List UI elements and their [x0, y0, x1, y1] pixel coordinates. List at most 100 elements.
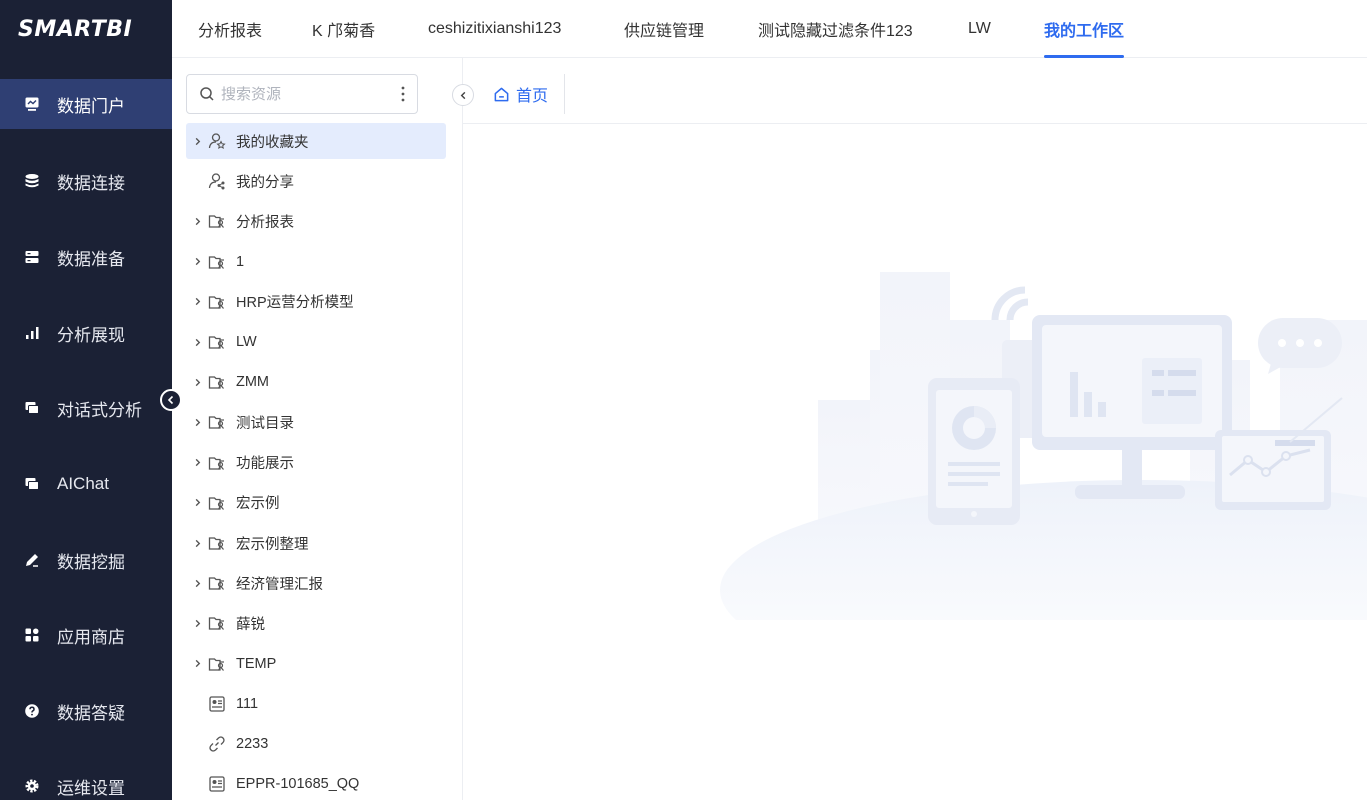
chevron-left-icon — [167, 395, 174, 405]
tree-expander[interactable] — [186, 525, 208, 561]
chevron-right-icon — [195, 418, 200, 427]
tab-1[interactable]: K 邝菊香 — [312, 0, 375, 58]
tree-item-label: 经济管理汇报 — [236, 576, 323, 593]
tree-item-label: TEMP — [236, 655, 277, 672]
more-vertical-icon[interactable] — [395, 85, 411, 103]
tree-expander[interactable] — [186, 605, 208, 641]
sidebar-item-label: 数据连接 — [57, 173, 125, 193]
tree-item[interactable]: 我的分享 — [186, 163, 446, 199]
gear-icon — [24, 778, 40, 794]
sidebar-item-label: 数据准备 — [57, 249, 125, 269]
sidebar-item-0[interactable]: 数据门户 — [0, 79, 172, 129]
tree-expander — [186, 163, 208, 199]
tree-expander[interactable] — [186, 244, 208, 280]
chevron-right-icon — [195, 217, 200, 226]
tree-item-label: 我的分享 — [236, 174, 294, 191]
folder-icon — [208, 253, 226, 271]
tree-item[interactable]: 测试目录 — [186, 404, 446, 440]
tab-6[interactable]: 我的工作区 — [1044, 0, 1125, 58]
search-input[interactable] — [221, 85, 401, 103]
tree-item[interactable]: 2233 — [186, 726, 446, 762]
monitor-icon — [24, 96, 40, 112]
tree-expander[interactable] — [186, 404, 208, 440]
tab-4[interactable]: 测试隐藏过滤条件123 — [758, 0, 913, 58]
folder-icon — [208, 614, 226, 632]
chevron-right-icon — [195, 458, 200, 467]
tab-home-label: 首页 — [516, 88, 549, 105]
tree-item-label: 薛锐 — [236, 616, 265, 633]
sidebar-item-2[interactable]: 数据准备 — [0, 232, 172, 282]
tree-expander[interactable] — [186, 485, 208, 521]
tree-expander[interactable] — [186, 324, 208, 360]
sidebar-item-label: 分析展现 — [57, 325, 125, 345]
tree-item-label: EPPR-101685_QQ — [236, 776, 360, 793]
folder-icon — [208, 494, 226, 512]
chevron-right-icon — [195, 298, 200, 306]
tree-item[interactable]: 分析报表 — [186, 203, 446, 239]
tree-item[interactable]: 1 — [186, 244, 446, 280]
tab-3[interactable]: 供应链管理 — [624, 0, 704, 58]
chevron-right-icon — [195, 378, 200, 386]
sidebar-item-7[interactable]: 应用商店 — [0, 610, 172, 660]
tree-item[interactable]: ZMM — [186, 364, 446, 400]
chevron-right-icon — [195, 257, 200, 266]
tree-item[interactable]: LW — [186, 324, 446, 360]
tree-item[interactable]: 功能展示 — [186, 445, 446, 481]
link-icon — [208, 735, 226, 753]
sidebar-collapse-button[interactable] — [160, 389, 182, 411]
tree-item[interactable]: 宏示例 — [186, 485, 446, 521]
folder-icon — [208, 454, 226, 472]
tab-home[interactable]: 首页 — [493, 74, 566, 114]
tree-item-label: 111 — [236, 695, 259, 712]
chevron-right-icon — [195, 579, 200, 587]
folder-icon — [208, 655, 226, 673]
tree-expander[interactable] — [186, 364, 208, 400]
panel-collapse-button[interactable] — [452, 84, 474, 106]
tree-item[interactable]: HRP运营分析模型 — [186, 284, 446, 320]
tree-expander[interactable] — [186, 445, 208, 481]
bar-chart-icon — [24, 325, 40, 341]
sidebar-item-label: 数据挖掘 — [57, 552, 125, 572]
chat-icon — [24, 476, 40, 492]
sidebar-item-1[interactable]: 数据连接 — [0, 156, 172, 206]
tree-expander[interactable] — [186, 123, 208, 159]
tab-2[interactable]: ceshizitixianshi123 — [428, 0, 561, 58]
tree-item[interactable]: 111 — [186, 686, 446, 722]
database-icon — [24, 173, 40, 189]
sidebar-item-label: AIChat — [57, 474, 109, 493]
tree-item[interactable]: 我的收藏夹 — [186, 123, 446, 159]
tab-0[interactable]: 分析报表 — [198, 0, 262, 58]
folder-icon — [208, 293, 226, 311]
tree-item-label: 1 — [236, 253, 245, 270]
sidebar-item-label: 应用商店 — [57, 627, 125, 647]
tree-item-label: 2233 — [236, 736, 269, 752]
tree-item[interactable]: 薛锐 — [186, 605, 446, 641]
sidebar-item-6[interactable]: 数据挖掘 — [0, 535, 172, 585]
tree-item[interactable]: TEMP — [186, 646, 446, 682]
sidebar-item-8[interactable]: 数据答疑 — [0, 686, 172, 736]
sidebar-item-5[interactable]: AIChat — [0, 459, 172, 509]
share-user-icon — [208, 172, 226, 190]
chevron-right-icon — [195, 539, 200, 547]
tree-expander[interactable] — [186, 646, 208, 682]
sidebar: SMARTBI 数据门户 数据连接 数据准备 分析展现 对话式分析 AIChat 数据挖掘应… — [0, 0, 172, 800]
tree-item[interactable]: 宏示例整理 — [186, 525, 446, 561]
tab-5[interactable]: LW — [968, 0, 991, 58]
sidebar-item-4[interactable]: 对话式分析 — [0, 383, 172, 433]
chevron-right-icon — [195, 659, 200, 668]
sidebar-item-9[interactable]: 运维设置 — [0, 761, 172, 800]
tree-expander[interactable] — [186, 203, 208, 239]
tree-item[interactable]: 经济管理汇报 — [186, 565, 446, 601]
search-icon — [200, 87, 214, 101]
sidebar-item-label: 数据答疑 — [57, 703, 125, 723]
tree-item-label: ZMM — [236, 374, 270, 391]
favorites-icon — [208, 132, 226, 150]
sidebar-item-3[interactable]: 分析展现 — [0, 308, 172, 358]
question-icon — [24, 703, 40, 719]
tree-item-label: HRP运营分析模型 — [236, 295, 354, 312]
server-icon — [24, 249, 40, 265]
tree-item[interactable]: EPPR-101685_QQ — [186, 766, 446, 800]
folder-icon — [208, 574, 226, 592]
tree-expander[interactable] — [186, 284, 208, 320]
tree-expander[interactable] — [186, 565, 208, 601]
